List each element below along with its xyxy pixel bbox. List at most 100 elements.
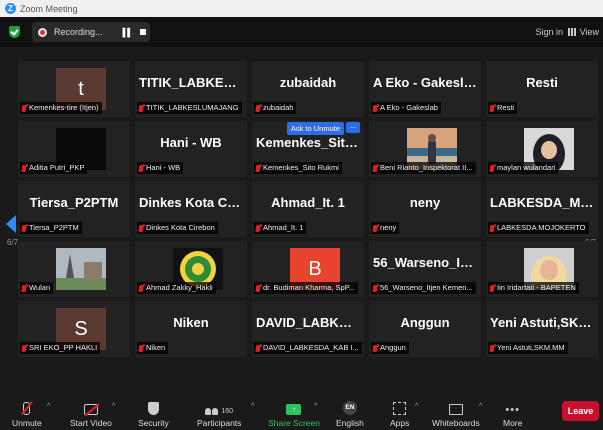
participant-tile[interactable]: t Kemenkes-tire (Itjen): [18, 61, 130, 117]
participant-name-label: Anggun: [371, 342, 409, 354]
participant-name-label: Ahmad Zakky_Hakli: [137, 282, 216, 294]
whiteboard-options-caret-icon[interactable]: ^: [479, 403, 482, 410]
video-options-caret-icon[interactable]: ^: [112, 403, 115, 410]
participant-tile[interactable]: zubaidah zubaidah: [252, 61, 364, 117]
view-button[interactable]: View: [567, 27, 599, 37]
muted-mic-icon: [256, 344, 260, 352]
participant-display-name: LABKESDA_MO...: [490, 195, 598, 210]
participant-name-label: Wulan: [20, 282, 54, 294]
muted-mic-icon: [22, 284, 26, 292]
participant-name-label: Kemenkes-tire (Itjen): [20, 102, 102, 114]
participant-tile[interactable]: Anggun Anggun: [369, 301, 481, 357]
encryption-shield-icon[interactable]: [9, 26, 20, 38]
share-screen-button[interactable]: ↑ Share Screen: [268, 397, 320, 428]
participant-name-text: Aditia Putri_PKP: [29, 163, 85, 172]
participant-name-text: Hani - WB: [146, 163, 181, 172]
previous-page-arrow-icon[interactable]: [6, 215, 16, 233]
start-video-button[interactable]: Start Video: [70, 397, 112, 428]
muted-mic-icon: [139, 104, 143, 112]
participant-display-name: Anggun: [400, 315, 450, 330]
leave-button[interactable]: Leave: [562, 401, 599, 421]
participant-tile[interactable]: Hani - WB Hani - WB: [135, 121, 247, 177]
participant-tile[interactable]: Dinkes Kota Cir... Dinkes Kota Cirebon: [135, 181, 247, 237]
security-button[interactable]: Security: [138, 397, 169, 428]
participants-options-caret-icon[interactable]: ^: [251, 403, 254, 410]
participant-name-label: Kemenkes_Sito Rukmi: [254, 162, 342, 174]
participant-name-label: A Eko - Gakeslab: [371, 102, 441, 114]
sign-in-link[interactable]: Sign in: [535, 27, 563, 37]
participant-tile[interactable]: DAVID_LABKES... DAVID_LABKESDA_KAB I...: [252, 301, 364, 357]
participant-display-name: Niken: [173, 315, 209, 330]
unmute-label: Unmute: [12, 418, 42, 428]
participant-tile[interactable]: Tiersa_P2PTM Tiersa_P2PTM: [18, 181, 130, 237]
start-video-label: Start Video: [70, 418, 112, 428]
muted-mic-icon: [139, 284, 143, 292]
participant-display-name: Yeni Astuti,SKM...: [490, 315, 598, 330]
participant-tile[interactable]: maylan wulandari: [486, 121, 598, 177]
participant-tile[interactable]: neny neny: [369, 181, 481, 237]
muted-mic-icon: [256, 284, 260, 292]
participant-name-text: Beni Rianto_Inspektorat II...: [380, 163, 473, 172]
participant-display-name: Hani - WB: [160, 135, 222, 150]
language-icon: EN: [342, 401, 357, 415]
participant-tile[interactable]: 56_Warseno_Itj... 56_Warseno_Itjen Kemen.…: [369, 241, 481, 297]
tile-more-options-button[interactable]: ...: [346, 122, 360, 133]
participant-tile[interactable]: Ahmad Zakky_Hakli: [135, 241, 247, 297]
muted-mic-icon: [490, 104, 494, 112]
participant-display-name: 56_Warseno_Itj...: [373, 255, 479, 270]
apps-button[interactable]: Apps: [390, 397, 409, 428]
muted-mic-icon: [490, 164, 494, 172]
participant-tile[interactable]: Beni Rianto_Inspektorat II...: [369, 121, 481, 177]
participant-tile[interactable]: S SRI EKO_PP HAKLI: [18, 301, 130, 357]
muted-mic-icon: [256, 164, 260, 172]
zoom-logo-icon: Z: [5, 3, 16, 14]
english-button[interactable]: EN English: [336, 397, 364, 428]
participant-name-text: Resti: [497, 103, 515, 112]
participant-tile[interactable]: Bdr. Budiman Kharma, SpP...: [252, 241, 364, 297]
participant-display-name: Kemenkes_Sito...: [256, 135, 364, 150]
window-titlebar: Z Zoom Meeting: [0, 0, 603, 17]
participant-name-label: 56_Warseno_Itjen Kemen...: [371, 282, 476, 294]
pause-recording-icon[interactable]: ▌▌: [123, 28, 133, 37]
participant-name-label: DAVID_LABKESDA_KAB I...: [254, 342, 362, 354]
participant-name-text: zubaidah: [263, 103, 294, 112]
muted-mic-icon: [373, 164, 377, 172]
apps-options-caret-icon[interactable]: ^: [415, 403, 418, 410]
muted-mic-icon: [256, 104, 260, 112]
share-screen-icon: ↑: [286, 404, 302, 415]
more-button[interactable]: ••• More: [503, 397, 523, 429]
stop-recording-icon[interactable]: [139, 29, 146, 35]
participant-name-label: Ahmad_It. 1: [254, 222, 307, 234]
ask-to-unmute-button[interactable]: Ask to Unmute: [286, 122, 344, 135]
grid-view-icon: [567, 28, 577, 36]
whiteboards-button[interactable]: Whiteboards: [432, 397, 480, 428]
participant-name-label: Iin Iridartati - BAPETEN: [488, 282, 579, 294]
unmute-button[interactable]: Unmute: [12, 397, 42, 428]
participant-tile[interactable]: A Eko - Gakeslab A Eko - Gakeslab: [369, 61, 481, 117]
participant-tile[interactable]: LABKESDA_MO... LABKESDA MOJOKERTO: [486, 181, 598, 237]
participants-button[interactable]: 160 Participants: [197, 397, 241, 428]
participant-name-text: DAVID_LABKESDA_KAB I...: [263, 343, 359, 352]
participant-name-label: Dinkes Kota Cirebon: [137, 222, 218, 234]
more-label: More: [503, 418, 523, 428]
whiteboard-icon: [448, 404, 463, 415]
audio-options-caret-icon[interactable]: ^: [47, 403, 50, 410]
participant-tile[interactable]: TITIK_LABKESL... TITIK_LABKESLUMAJANG: [135, 61, 247, 117]
share-options-caret-icon[interactable]: ^: [314, 403, 317, 410]
participant-tile[interactable]: Ahmad_It. 1 Ahmad_It. 1: [252, 181, 364, 237]
participant-name-text: Dinkes Kota Cirebon: [146, 223, 215, 232]
participant-tile[interactable]: Niken Niken: [135, 301, 247, 357]
muted-mic-icon: [22, 224, 26, 232]
participant-tile[interactable]: Aditia Putri_PKP: [18, 121, 130, 177]
apps-label: Apps: [390, 418, 410, 428]
muted-mic-icon: [22, 344, 26, 352]
participant-tile[interactable]: Yeni Astuti,SKM... Yeni Astuti,SKM.MM: [486, 301, 598, 357]
participant-tile[interactable]: Wulan: [18, 241, 130, 297]
participant-tile[interactable]: Kemenkes_Sito... Ask to Unmute... Kemenkes…: [252, 121, 364, 177]
participant-tile[interactable]: Resti Resti: [486, 61, 598, 117]
share-screen-label: Share Screen: [268, 418, 320, 428]
participant-name-label: neny: [371, 222, 400, 234]
security-label: Security: [138, 418, 169, 428]
participant-count: 160: [221, 408, 234, 415]
participant-tile[interactable]: Iin Iridartati - BAPETEN: [486, 241, 598, 297]
